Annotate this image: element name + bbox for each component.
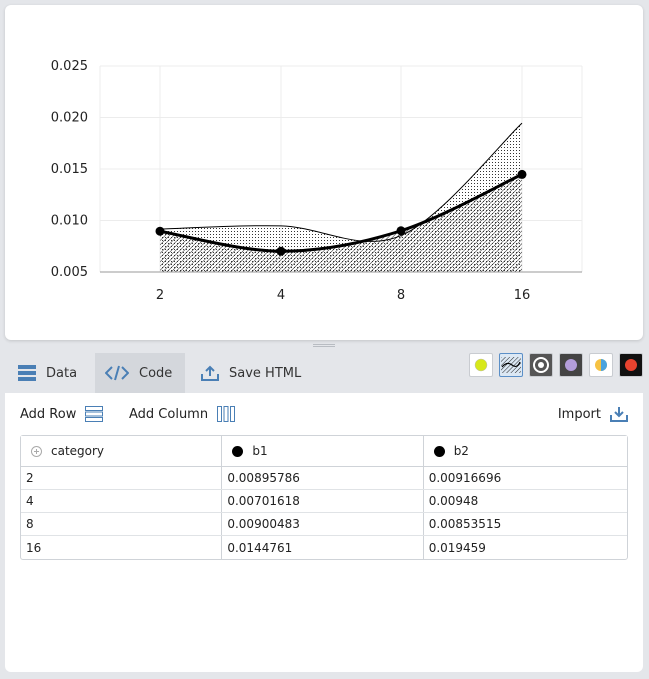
table-cell[interactable]: 0.0144761 (222, 536, 424, 559)
add-row-button[interactable]: Add Row (20, 406, 104, 422)
column-header-b2[interactable]: b2 (424, 436, 627, 466)
y-tick-label: 0.015 (51, 162, 88, 177)
table-cell[interactable]: 0.00948 (424, 490, 627, 512)
rows-icon (85, 406, 104, 422)
table-row: 8 0.00900483 0.00853515 (21, 513, 627, 536)
column-header-label: category (51, 444, 105, 458)
columns-icon (217, 406, 236, 422)
table-cell[interactable]: 8 (21, 513, 223, 535)
x-tick-label: 8 (397, 288, 405, 303)
y-tick-label: 0.005 (51, 265, 88, 280)
series-dot-icon (433, 445, 445, 457)
add-column-button[interactable]: Add Column (129, 406, 236, 422)
column-header-label: b2 (453, 444, 469, 458)
theme-dark-ring-icon[interactable] (529, 353, 553, 377)
column-header-category[interactable]: category (21, 436, 223, 466)
table-cell[interactable]: 0.00895786 (222, 467, 424, 489)
theme-yellow-blue-icon[interactable] (589, 353, 613, 377)
data-panel: Add Row Add Column Import category b1 b2… (5, 393, 643, 672)
chart: 0.005 0.010 0.015 0.020 0.025 2 4 8 16 (51, 59, 583, 303)
tab-code[interactable]: Code (95, 353, 185, 393)
grid-header: category b1 b2 (21, 436, 627, 467)
table-cell[interactable]: 4 (21, 490, 223, 512)
upload-icon (201, 365, 219, 381)
column-header-label: b1 (252, 444, 268, 458)
chart-card: 0.005 0.010 0.015 0.020 0.025 2 4 8 16 (5, 5, 643, 340)
table-cell[interactable]: 0.019459 (424, 536, 627, 559)
table-cell[interactable]: 0.00900483 (222, 513, 424, 535)
theme-purple-icon[interactable] (559, 353, 583, 377)
add-row-label: Add Row (20, 406, 77, 422)
table-icon (18, 365, 36, 381)
x-tick-label: 16 (514, 288, 531, 303)
table-cell[interactable]: 0.00853515 (424, 513, 627, 535)
add-icon (31, 445, 42, 457)
tab-data-label: Data (46, 365, 78, 381)
point-b1 (276, 246, 286, 256)
import-label: Import (557, 406, 601, 422)
series-dot-icon (232, 445, 244, 457)
table-row: 4 0.00701618 0.00948 (21, 490, 627, 513)
x-tick-label: 2 (156, 288, 164, 303)
table-cell[interactable]: 2 (21, 467, 223, 489)
resize-handle[interactable] (313, 343, 335, 349)
tab-data[interactable]: Data (5, 353, 95, 393)
table-row: 2 0.00895786 0.00916696 (21, 467, 627, 490)
table-cell[interactable]: 0.00916696 (424, 467, 627, 489)
download-icon (610, 406, 628, 422)
point-b1 (396, 226, 406, 236)
table-row: 16 0.0144761 0.019459 (21, 536, 627, 559)
y-tick-label: 0.010 (51, 214, 88, 229)
table-cell[interactable]: 0.00701618 (222, 490, 424, 512)
point-b1 (517, 169, 527, 179)
import-button[interactable]: Import (558, 406, 628, 422)
data-grid: category b1 b2 2 0.00895786 0.00916696 4… (20, 435, 628, 560)
theme-hatched-icon[interactable] (499, 353, 523, 377)
add-column-label: Add Column (129, 406, 209, 422)
tab-code-label: Code (139, 365, 173, 381)
point-b1 (155, 226, 165, 236)
y-tick-label: 0.025 (51, 59, 88, 74)
save-html-button[interactable]: Save HTML (195, 353, 315, 393)
save-html-label: Save HTML (229, 365, 302, 381)
theme-selector (469, 353, 643, 379)
theme-lime-icon[interactable] (469, 353, 493, 377)
column-header-b1[interactable]: b1 (222, 436, 424, 466)
theme-red-icon[interactable] (619, 353, 643, 377)
code-icon (105, 365, 129, 381)
x-tick-label: 4 (277, 288, 285, 303)
y-tick-label: 0.020 (51, 111, 88, 126)
table-cell[interactable]: 16 (21, 536, 223, 559)
